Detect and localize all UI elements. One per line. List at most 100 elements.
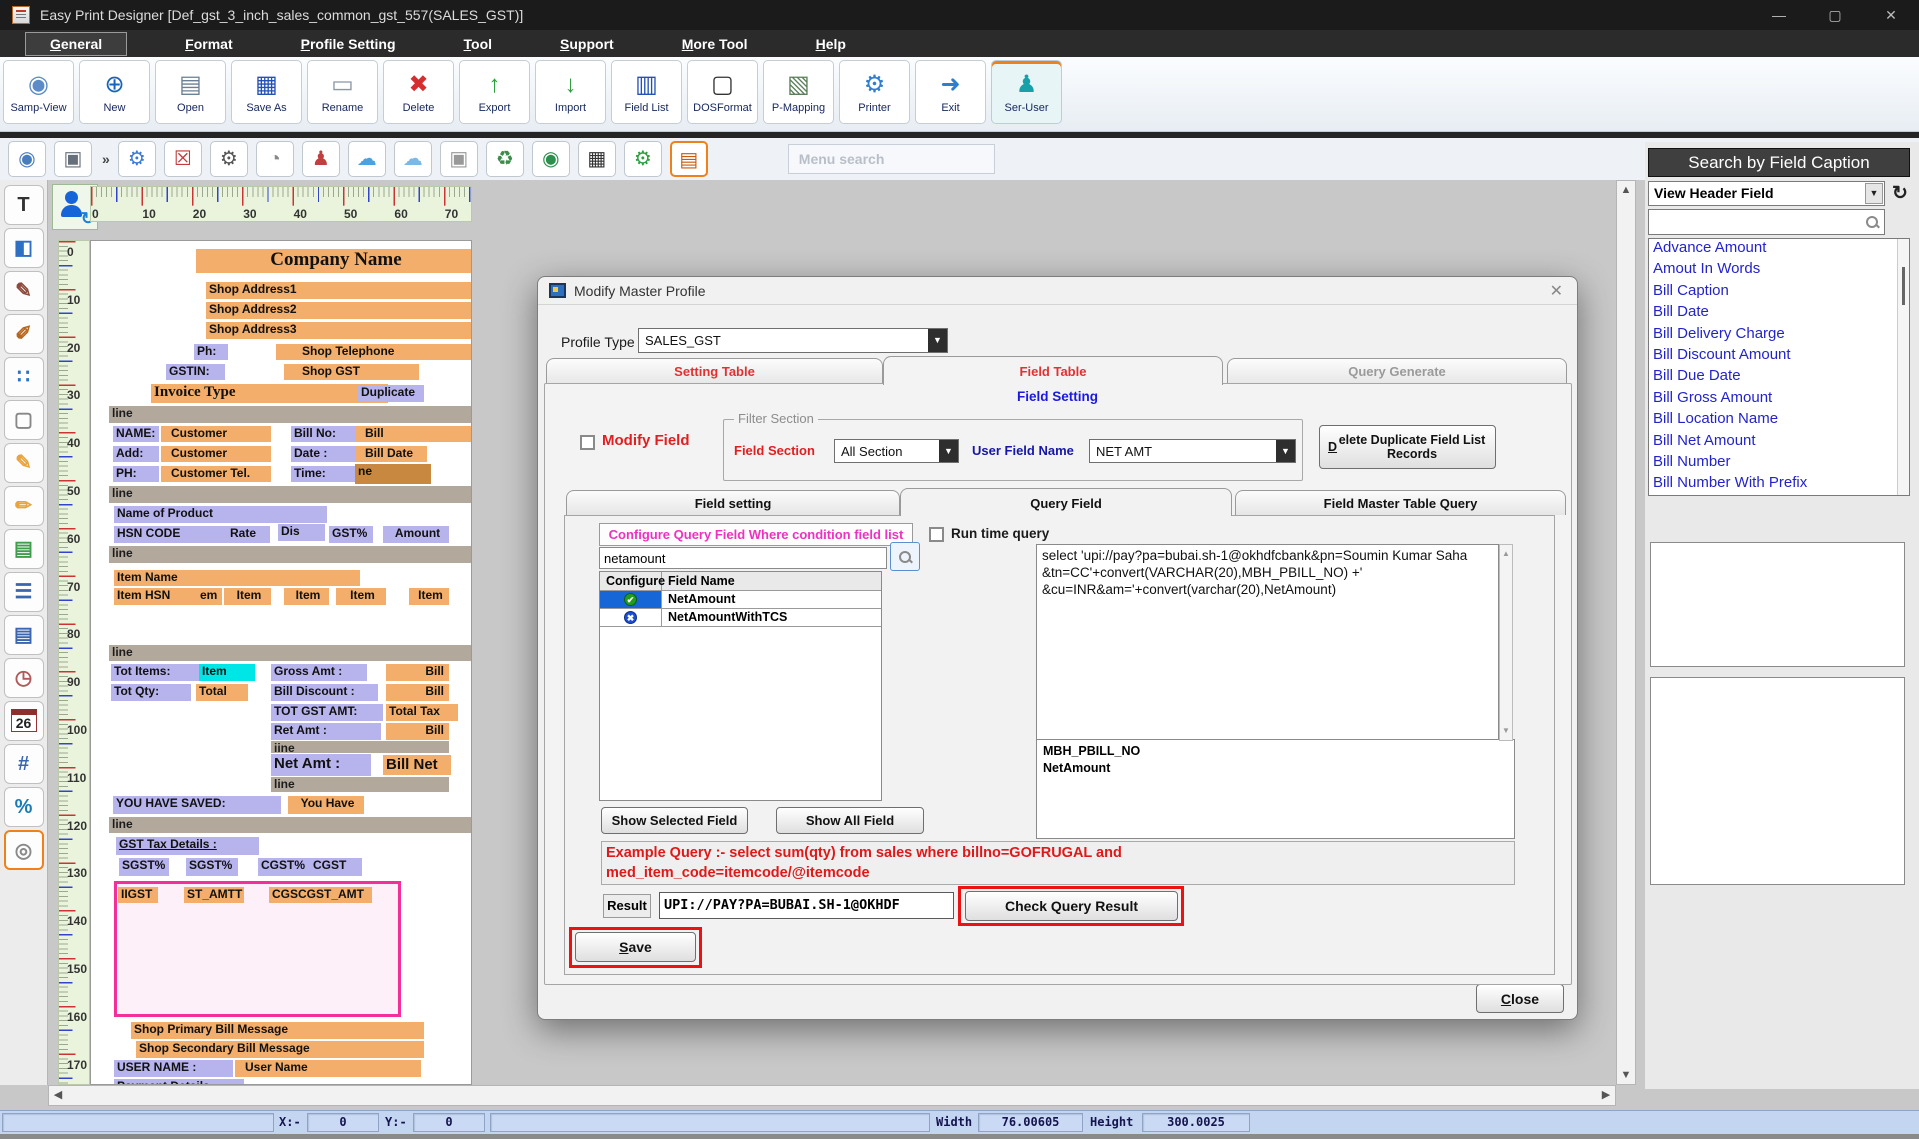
template-em[interactable]: em (197, 588, 222, 605)
canvas-vertical-scrollbar[interactable]: ▲ ▼ (1616, 180, 1636, 1085)
tab-setting-table[interactable]: Setting Table (546, 358, 883, 384)
template-dis[interactable]: Dis (278, 524, 325, 541)
field-caption-advance-amount[interactable]: Advance Amount (1649, 239, 1909, 260)
template-total[interactable]: Total (196, 684, 248, 701)
tab-query-generate[interactable]: Query Generate (1227, 358, 1567, 384)
template-bill-net[interactable]: Bill Net (383, 755, 451, 775)
toolbar-overflow-chevron[interactable]: » (102, 151, 110, 167)
template-customer-tel[interactable]: Customer Tel. (161, 466, 271, 482)
field-caption-bill-date[interactable]: Bill Date (1649, 303, 1909, 324)
show-all-field-button[interactable]: Show All Field (776, 807, 924, 834)
template-date[interactable]: Date : (291, 446, 355, 462)
template-name[interactable]: NAME: (113, 426, 159, 442)
field-caption-bill-number[interactable]: Bill Number (1649, 453, 1909, 474)
quick-button-web-icon[interactable]: ◉ (532, 141, 570, 177)
template-tot-items[interactable]: Tot Items: (111, 664, 199, 681)
toolbar-button-ser-user[interactable]: ♟Ser-User (991, 60, 1062, 124)
toolbar-button-delete[interactable]: ✖Delete (383, 60, 454, 124)
template-item[interactable]: Item (199, 664, 255, 681)
query-text-area[interactable]: select 'upi://pay?pa=bubai.sh-1@okhdfcba… (1036, 544, 1499, 741)
template-total-tax[interactable]: Total Tax (386, 704, 458, 721)
template-tot-qty[interactable]: Tot Qty: (111, 684, 191, 701)
tool-button-text-tool-icon[interactable]: T (4, 185, 44, 225)
template-name-of-product[interactable]: Name of Product (114, 506, 327, 523)
quick-button-cloud-upload-icon[interactable]: ☁ (348, 141, 386, 177)
tab-field-master-table-query[interactable]: Field Master Table Query (1235, 490, 1566, 515)
canvas-horizontal-scrollbar[interactable]: ◀ ▶ (48, 1085, 1616, 1106)
template-cgst[interactable]: CGST% (258, 858, 310, 876)
template-bill-date[interactable]: Bill Date (355, 446, 427, 462)
quick-button-active-receipt-printer-icon[interactable]: ▤ (670, 141, 708, 177)
toolbar-button-import[interactable]: ↓Import (535, 60, 606, 124)
maximize-button[interactable]: ▢ (1807, 0, 1863, 30)
query-scrollbar[interactable]: ▲ ▼ (1499, 544, 1513, 741)
template-you-have[interactable]: You Have (288, 796, 364, 814)
check-query-result-button[interactable]: Check Query Result (965, 891, 1178, 921)
tool-button-table-report-icon[interactable]: ▤ (4, 615, 44, 655)
chevron-down-icon[interactable]: ▼ (1276, 440, 1295, 462)
template-line[interactable]: line (109, 546, 472, 563)
list-scrollbar[interactable] (1897, 239, 1909, 495)
quick-button-design-tools-icon[interactable]: ☒ (164, 141, 202, 177)
template-line[interactable]: line (109, 645, 472, 661)
template-line[interactable]: line (271, 777, 449, 792)
menu-item-support[interactable]: Support (550, 33, 624, 55)
template-bill[interactable]: Bill (386, 664, 449, 681)
menu-search-input[interactable] (788, 144, 995, 174)
tool-button-numbered-list-icon[interactable]: ☰ (4, 572, 44, 612)
template-rate[interactable]: Rate (227, 526, 269, 543)
template-gross-amt[interactable]: Gross Amt : (271, 664, 367, 681)
tool-button-add-image-icon[interactable]: ▤ (4, 529, 44, 569)
profile-type-dropdown[interactable]: SALES_GST ▼ (638, 328, 948, 353)
field-caption-bill-delivery-charge[interactable]: Bill Delivery Charge (1649, 325, 1909, 346)
close-window-button[interactable]: ✕ (1863, 0, 1919, 30)
quick-button-print-icon[interactable]: ▣ (54, 141, 92, 177)
template-cgscgst-amt[interactable]: CGSCGST_AMT (269, 887, 372, 903)
toolbar-button-dosformat[interactable]: ▢DOSFormat (687, 60, 758, 124)
toolbar-button-rename[interactable]: ▭Rename (307, 60, 378, 124)
field-filter-input[interactable] (599, 547, 887, 569)
tool-button-dots-tool-icon[interactable]: ∷ (4, 357, 44, 397)
field-caption-bill-net-amount[interactable]: Bill Net Amount (1649, 432, 1909, 453)
field-caption-bill-gross-amount[interactable]: Bill Gross Amount (1649, 389, 1909, 410)
tool-button-percent-icon[interactable]: % (4, 787, 44, 827)
template-tot-gst-amt[interactable]: TOT GST AMT: (271, 704, 383, 721)
view-field-dropdown[interactable]: View Header Field ▼ (1648, 181, 1885, 206)
template-shop-address2[interactable]: Shop Address2 (206, 302, 472, 319)
template-net-amt[interactable]: Net Amt : (271, 754, 371, 776)
scroll-right-arrow[interactable]: ▶ (1597, 1086, 1615, 1104)
quick-button-receipt-printer-icon[interactable]: ▣ (440, 141, 478, 177)
run-time-query-checkbox[interactable] (929, 527, 944, 542)
template-user-name[interactable]: User Name (235, 1060, 421, 1077)
modify-field-checkbox[interactable] (580, 435, 595, 450)
toolbar-button-samp-view[interactable]: ◉Samp-View (3, 60, 74, 124)
template-invoice-type[interactable]: Invoice Type (151, 384, 388, 403)
template-item[interactable]: Item (284, 588, 329, 605)
scroll-down-arrow[interactable]: ▼ (1617, 1066, 1635, 1084)
tab-query-field[interactable]: Query Field (900, 488, 1232, 516)
tool-button-page-edit-icon[interactable]: ✎ (4, 443, 44, 483)
template-ret-amt[interactable]: Ret Amt : (271, 723, 381, 740)
save-button[interactable]: Save (575, 932, 696, 962)
menu-item-general[interactable]: General (25, 32, 127, 56)
tool-button-pencil-tool-icon[interactable]: ✐ (4, 314, 44, 354)
toolbar-button-save-as[interactable]: ▦Save As (231, 60, 302, 124)
template-iigst[interactable]: IIGST (118, 887, 158, 903)
template-bill[interactable]: Bill (355, 426, 472, 442)
toolbar-button-new[interactable]: ⊕New (79, 60, 150, 124)
template-ph[interactable]: Ph: (194, 344, 228, 360)
quick-button-printer-gear-icon[interactable]: ⚙ (624, 141, 662, 177)
toolbar-button-export[interactable]: ↑Export (459, 60, 530, 124)
tool-button-coins-icon[interactable]: ◎ (4, 830, 44, 870)
template-shop-telephone[interactable]: Shop Telephone (276, 344, 472, 360)
template-bill[interactable]: Bill (386, 723, 449, 740)
toolbar-button-p-mapping[interactable]: ▧P-Mapping (763, 60, 834, 124)
table-row-netamount[interactable]: ✔NetAmount (600, 591, 881, 609)
template-add[interactable]: Add: (113, 446, 159, 462)
template-sgst[interactable]: SGST% (186, 858, 238, 876)
template-sgst[interactable]: SGST% (119, 858, 169, 876)
close-button[interactable]: Close (1476, 984, 1564, 1013)
field-caption-bill-caption[interactable]: Bill Caption (1649, 282, 1909, 303)
menu-item-format[interactable]: Format (175, 33, 242, 55)
design-canvas[interactable]: Company NameShop Address1Shop Address2Sh… (90, 240, 472, 1085)
